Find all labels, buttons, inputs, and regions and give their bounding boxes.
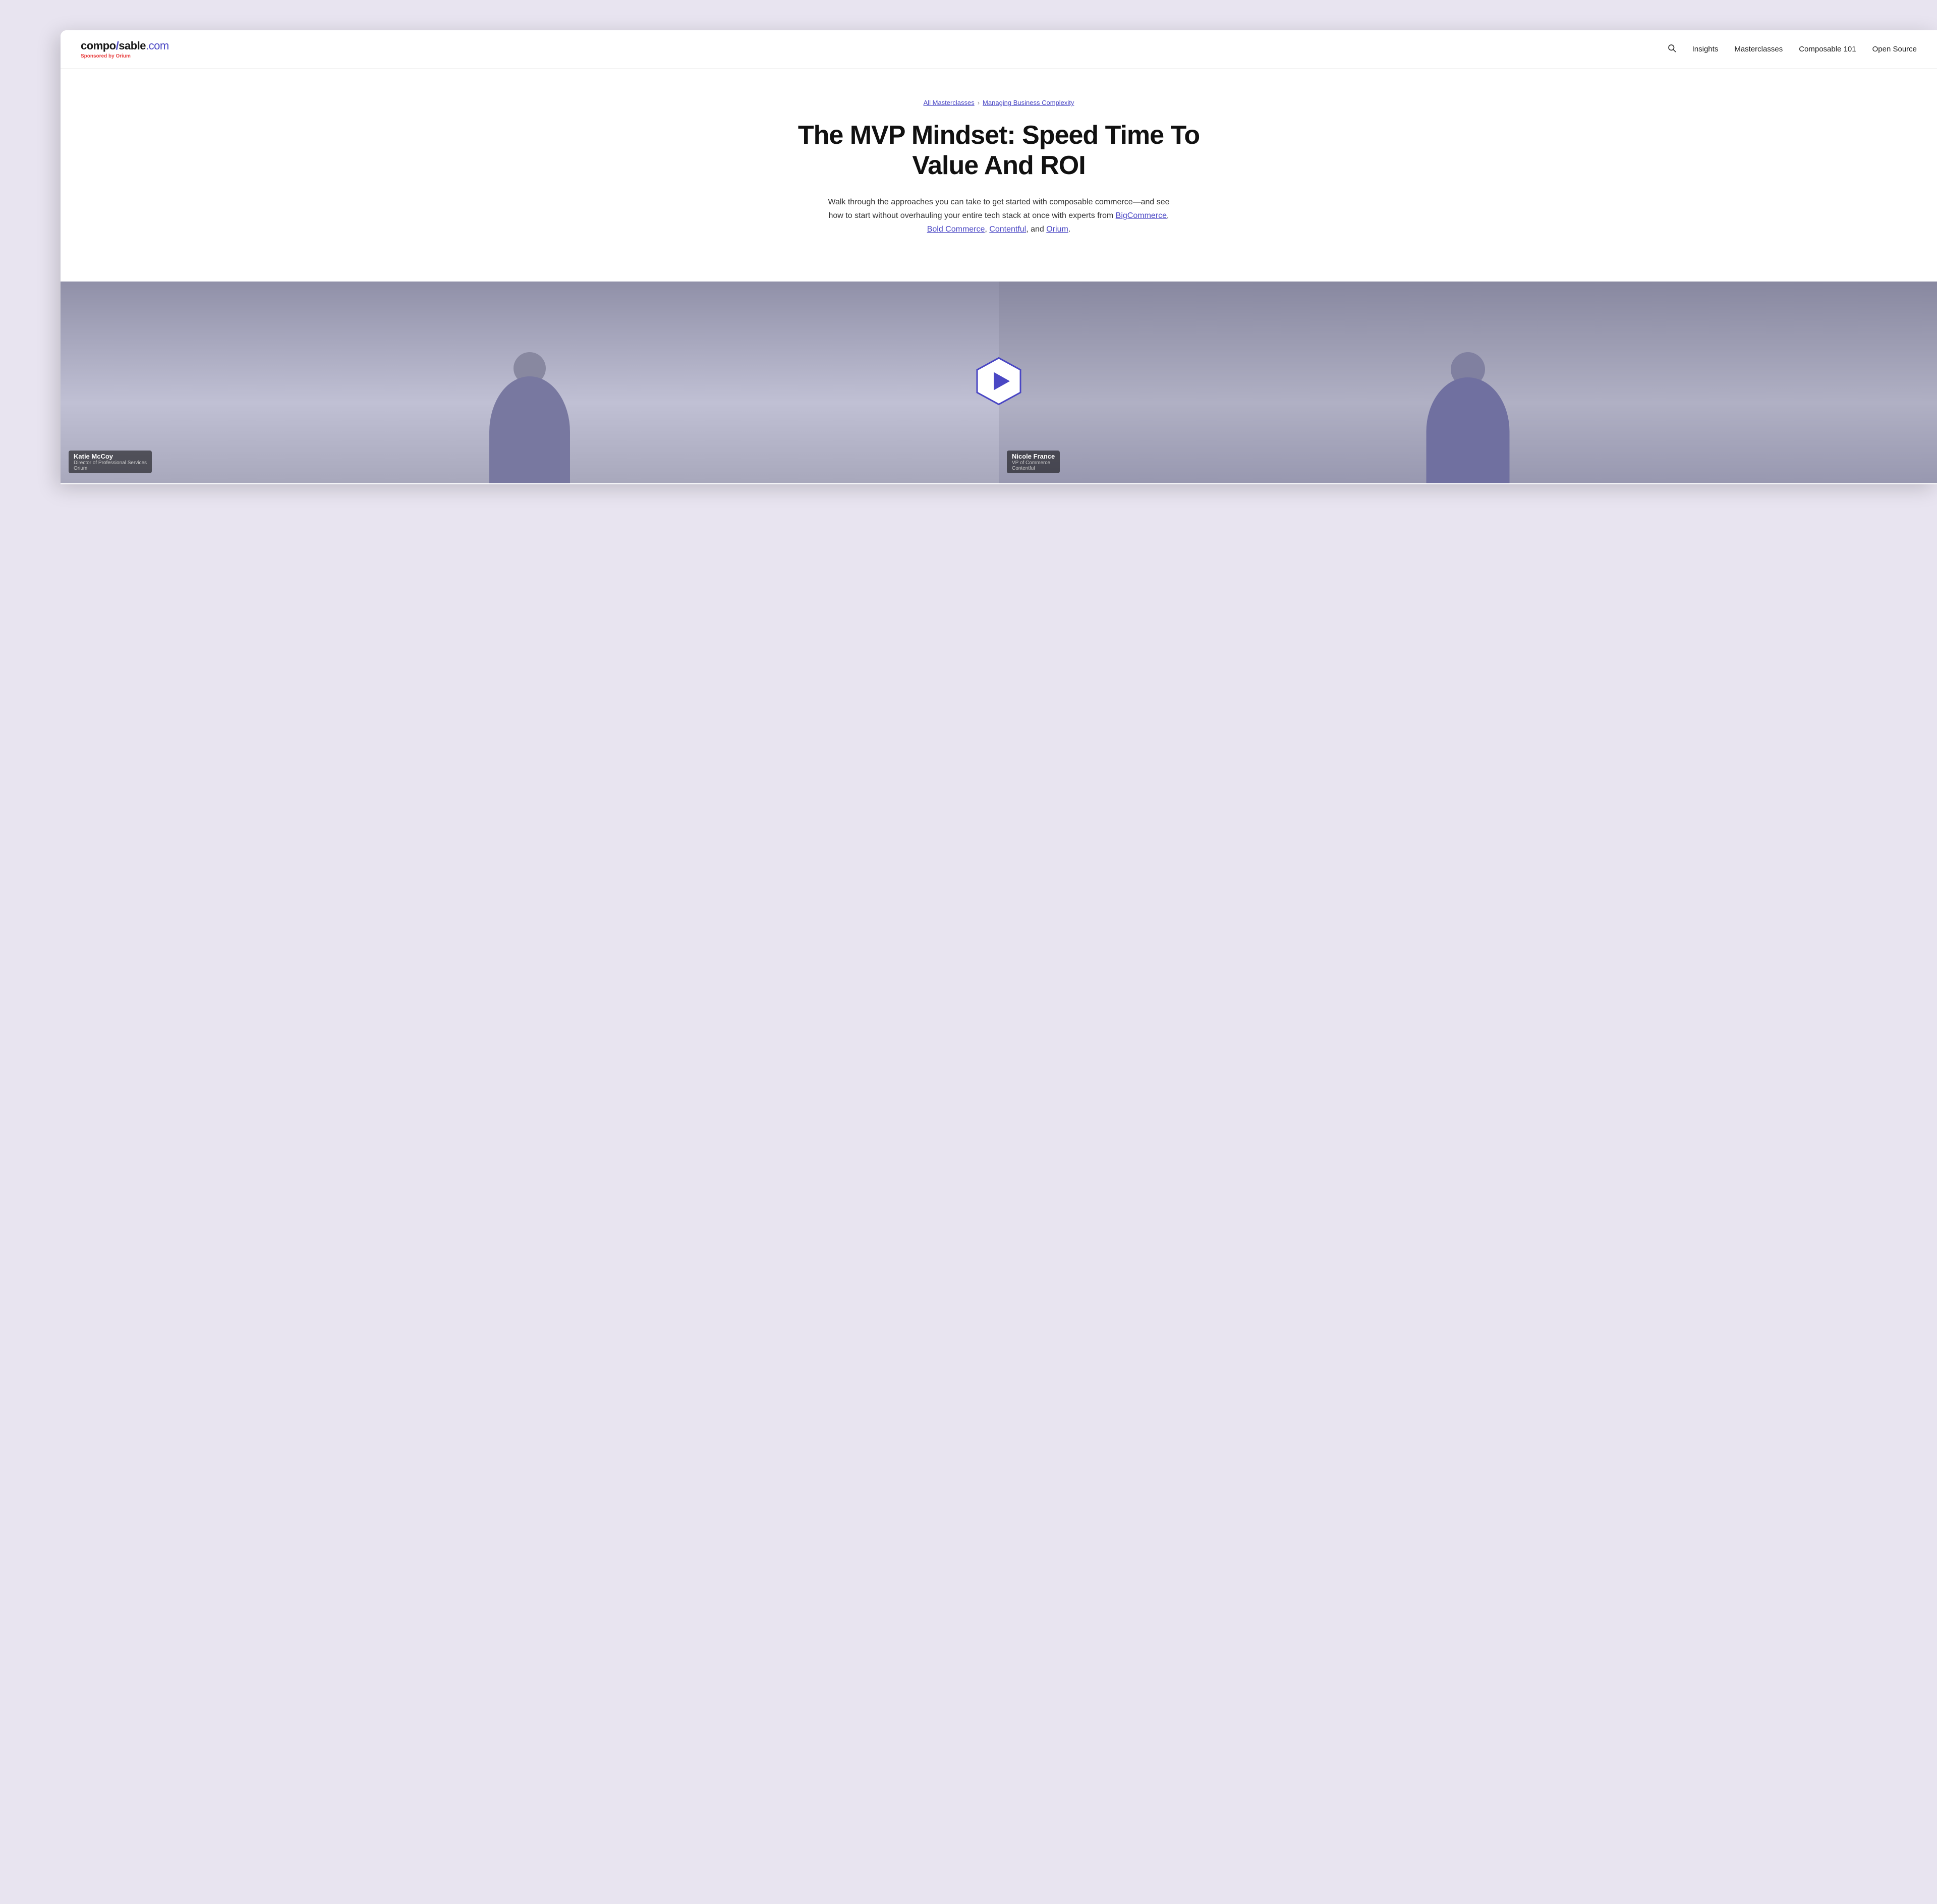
logo-text: compo/sable.com (81, 39, 169, 52)
link-boldcommerce[interactable]: Bold Commerce (927, 225, 985, 234)
nav-link-masterclasses[interactable]: Masterclasses (1734, 45, 1783, 53)
description-comma-1: , (1167, 211, 1169, 220)
link-orium[interactable]: Orium (1046, 225, 1068, 234)
link-bigcommerce[interactable]: BigCommerce (1116, 211, 1167, 220)
description-period: . (1068, 225, 1070, 234)
link-contentful[interactable]: Contentful (989, 225, 1026, 234)
logo-suffix: sable (119, 39, 146, 52)
nav-link-composable101[interactable]: Composable 101 (1799, 45, 1856, 53)
breadcrumb-parent[interactable]: All Masterclasses (924, 99, 975, 106)
video-participant-right: Nicole France VP of Commerce Contentful (999, 282, 1937, 483)
nav-link-opensource[interactable]: Open Source (1872, 45, 1917, 53)
nav-links: Insights Masterclasses Composable 101 Op… (1667, 43, 1917, 55)
video-participant-left: Katie McCoy Director of Professional Ser… (61, 282, 999, 483)
breadcrumb-separator: › (978, 99, 980, 106)
description-comma-2: , (985, 225, 987, 234)
participant-role-left: Director of Professional Services Orium (74, 460, 147, 471)
nav-link-insights[interactable]: Insights (1692, 45, 1719, 53)
navbar: compo/sable.com Sponsored by Orium Insig… (61, 30, 1937, 69)
participant-role-right: VP of Commerce Contentful (1012, 460, 1055, 471)
logo[interactable]: compo/sable.com Sponsored by Orium (81, 39, 169, 59)
video-section: Katie McCoy Director of Professional Ser… (61, 282, 1937, 483)
person-shape-right (999, 302, 1937, 483)
logo-sponsored: Sponsored by Orium (81, 53, 169, 59)
person-shape-left (61, 302, 999, 483)
logo-dotcom: .com (146, 39, 169, 52)
participant-name-right: Nicole France VP of Commerce Contentful (1007, 451, 1060, 473)
play-button[interactable] (974, 356, 1024, 409)
hero-description: Walk through the approaches you can take… (822, 195, 1175, 237)
search-icon[interactable] (1667, 43, 1676, 55)
browser-window: compo/sable.com Sponsored by Orium Insig… (61, 30, 1937, 484)
description-and: , and (1026, 225, 1044, 234)
logo-prefix: compo (81, 39, 116, 52)
hero-section: All Masterclasses › Managing Business Co… (772, 69, 1226, 282)
breadcrumb: All Masterclasses › Managing Business Co… (792, 99, 1206, 106)
participant-name-left: Katie McCoy Director of Professional Ser… (69, 451, 152, 473)
breadcrumb-current[interactable]: Managing Business Complexity (983, 99, 1074, 106)
page-title: The MVP Mindset: Speed Time To Value And… (792, 121, 1206, 181)
